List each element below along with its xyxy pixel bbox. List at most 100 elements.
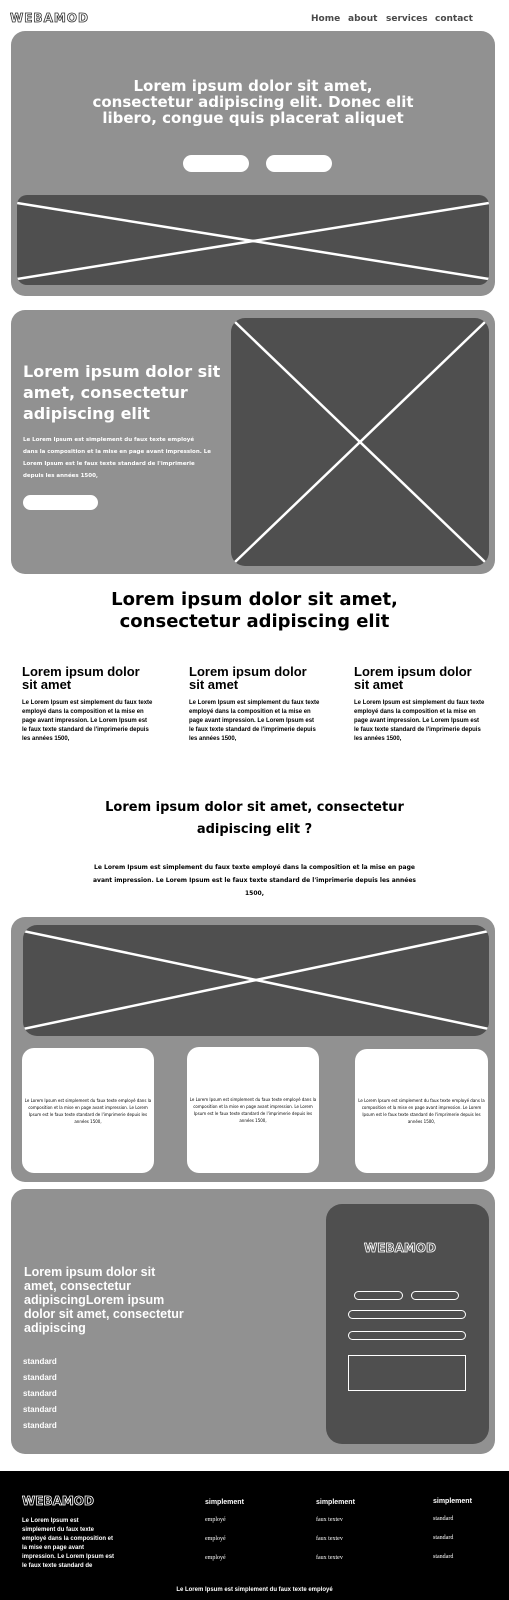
info-card[interactable]: Le Lorem Ipsum est simplement du faux te…: [187, 1047, 319, 1173]
nav-home[interactable]: Home: [311, 14, 340, 24]
feature-section: Lorem ipsum dolor sit amet, consectetur …: [11, 310, 495, 574]
card-text-line: années 1500,: [74, 1118, 102, 1124]
card-text-line: composition et la mise en page avant imp…: [28, 1104, 148, 1110]
contact-list-item: standard: [23, 1357, 57, 1366]
hero-title-line: libero, congue quis placerat aliquet: [102, 109, 404, 127]
card-text-line: années 1500,: [407, 1119, 436, 1124]
hero-title-line: Lorem ipsum dolor sit amet,: [133, 77, 373, 95]
column-body-line: Le Lorem Ipsum est simplement du faux te…: [22, 700, 153, 706]
footer-column: simplement standard standard standard: [433, 1498, 472, 1560]
nav-about[interactable]: about: [348, 14, 377, 24]
column-body-line: les années 1500,: [189, 736, 237, 742]
card-text-line: composition et la mise en page avant imp…: [361, 1105, 482, 1110]
feature-body-line: Le Lorem Ipsum est simplement du faux te…: [23, 437, 195, 443]
form-logo: WEBAMOD: [364, 1241, 436, 1256]
feature-column: Lorem ipsum dolor sit amet Le Lorem Ipsu…: [354, 665, 494, 744]
logo-mark: WEBAMOD: [10, 11, 89, 26]
nav-contact[interactable]: contact: [435, 14, 473, 24]
hero-secondary-button[interactable]: [266, 155, 332, 172]
column-body-line: employé dans la composition et la mise e…: [354, 709, 476, 715]
card-text: Le Lorem Ipsum est simplement du faux te…: [190, 1096, 317, 1124]
email-input[interactable]: [348, 1310, 466, 1319]
section-title-line: Lorem ipsum dolor sit amet,: [111, 589, 398, 610]
info-card[interactable]: Le Lorem Ipsum est simplement du faux te…: [22, 1048, 154, 1173]
card-text-line: Ipsum est le faux texte standard de l'im…: [28, 1111, 148, 1117]
contact-list-item: standard: [23, 1389, 57, 1398]
last-name-input[interactable]: [411, 1291, 459, 1300]
card-text-line: Ipsum est le faux texte standard de l'im…: [362, 1112, 481, 1117]
card-text: Le Lorem Ipsum est simplement du faux te…: [25, 1097, 152, 1125]
first-name-input[interactable]: [354, 1291, 403, 1300]
column-body-line: Le Lorem Ipsum est simplement du faux te…: [189, 700, 320, 706]
footer-column-heading: simplement: [316, 1499, 355, 1506]
card-text-line: Le Lorem Ipsum est simplement du faux te…: [358, 1098, 485, 1103]
footer-link[interactable]: standard: [433, 1535, 453, 1541]
message-textarea[interactable]: [348, 1355, 466, 1391]
contact-title-line: adipiscingLorem ipsum: [24, 1293, 165, 1307]
question-title-line: adipiscing elit ?: [196, 822, 313, 837]
cards-section: Le Lorem Ipsum est simplement du faux te…: [11, 917, 495, 1182]
footer-link[interactable]: employé: [205, 1555, 226, 1561]
footer-link[interactable]: standard: [433, 1516, 453, 1522]
logo[interactable]: WEBAMOD: [10, 10, 102, 26]
footer-column-heading: simplement: [433, 1498, 472, 1505]
column-title-line: sit amet: [22, 677, 72, 692]
footer-logo[interactable]: WEBAMOD: [22, 1493, 114, 1509]
column-body-line: employé dans la composition et la mise e…: [22, 709, 144, 715]
contact-title-line: amet, consectetur: [24, 1279, 131, 1293]
feature-title: Lorem ipsum dolor sit amet, consectetur …: [23, 361, 233, 424]
feature-column: Lorem ipsum dolor sit amet Le Lorem Ipsu…: [22, 665, 162, 744]
feature-body: Le Lorem Ipsum est simplement du faux te…: [23, 434, 233, 482]
contact-list: standard standard standard standard stan…: [23, 1354, 57, 1434]
nav-services[interactable]: services: [386, 14, 428, 24]
footer-link[interactable]: faux textev: [316, 1517, 343, 1523]
svg-text:WEBAMOD: WEBAMOD: [10, 11, 89, 25]
section-title: Lorem ipsum dolor sit amet, consectetur …: [0, 589, 509, 633]
card-text-line: Ipsum est le faux texte standard de l'im…: [193, 1111, 313, 1116]
hero-primary-button[interactable]: [183, 155, 249, 172]
footer-about-line: simplement du faux texte: [22, 1527, 95, 1533]
column-title: Lorem ipsum dolor sit amet: [354, 665, 494, 691]
feature-image-placeholder: [231, 318, 489, 566]
question-body-line: avant impression. Le Lorem Ipsum est le …: [92, 877, 416, 884]
card-text-line: Le Lorem Ipsum est simplement du faux te…: [24, 1097, 152, 1103]
card-text: Le Lorem Ipsum est simplement du faux te…: [358, 1097, 485, 1125]
footer-about-line: la mise en page avant: [22, 1545, 85, 1551]
image-placeholder-icon: [234, 321, 486, 563]
column-title: Lorem ipsum dolor sit amet: [189, 665, 329, 691]
column-body-line: page avant impression. Le Lorem Ipsum es…: [354, 718, 480, 724]
column-body-line: les années 1500,: [354, 736, 402, 742]
column-body-line: page avant impression. Le Lorem Ipsum es…: [22, 718, 148, 724]
contact-section: Lorem ipsum dolor sit amet, consectetur …: [11, 1189, 495, 1454]
footer-link[interactable]: faux textev: [316, 1536, 343, 1542]
column-title-line: sit amet: [189, 677, 239, 692]
contact-form: WEBAMOD: [326, 1204, 489, 1444]
hero-image-placeholder: [17, 195, 489, 285]
footer-about-line: le faux texte standard de: [22, 1563, 93, 1569]
hero-title: Lorem ipsum dolor sit amet, consectetur …: [11, 78, 495, 126]
hero-title-line: consectetur adipiscing elit. Donec elit: [92, 93, 414, 111]
column-body: Le Lorem Ipsum est simplement du faux te…: [189, 699, 329, 744]
column-body-line: le faux texte standard de l'imprimerie d…: [189, 727, 316, 733]
question-body: Le Lorem Ipsum est simplement du faux te…: [0, 861, 509, 900]
footer-about-line: impression. Le Lorem Ipsum est: [22, 1554, 115, 1560]
feature-title-line: amet, consectetur: [23, 383, 188, 402]
footer-link[interactable]: employé: [205, 1536, 226, 1542]
question-title: Lorem ipsum dolor sit amet, consectetur …: [0, 797, 509, 841]
footer-link[interactable]: standard: [433, 1554, 453, 1560]
contact-title: Lorem ipsum dolor sit amet, consectetur …: [24, 1265, 234, 1335]
info-card[interactable]: Le Lorem Ipsum est simplement du faux te…: [355, 1049, 488, 1173]
feature-button[interactable]: [23, 495, 98, 510]
contact-list-item: standard: [23, 1405, 57, 1414]
footer-link[interactable]: employé: [205, 1517, 226, 1523]
column-body: Le Lorem Ipsum est simplement du faux te…: [22, 699, 162, 744]
footer-link[interactable]: faux textev: [316, 1555, 343, 1561]
column-body-line: Le Lorem Ipsum est simplement du faux te…: [354, 700, 485, 706]
column-title-line: sit amet: [354, 677, 404, 692]
subject-input[interactable]: [348, 1331, 466, 1340]
footer-column: simplement faux textev faux textev faux …: [316, 1499, 355, 1561]
column-body: Le Lorem Ipsum est simplement du faux te…: [354, 699, 494, 744]
question-title-line: Lorem ipsum dolor sit amet, consectetur: [105, 800, 404, 815]
hero-section: Lorem ipsum dolor sit amet, consectetur …: [11, 31, 495, 296]
column-title: Lorem ipsum dolor sit amet: [22, 665, 162, 691]
